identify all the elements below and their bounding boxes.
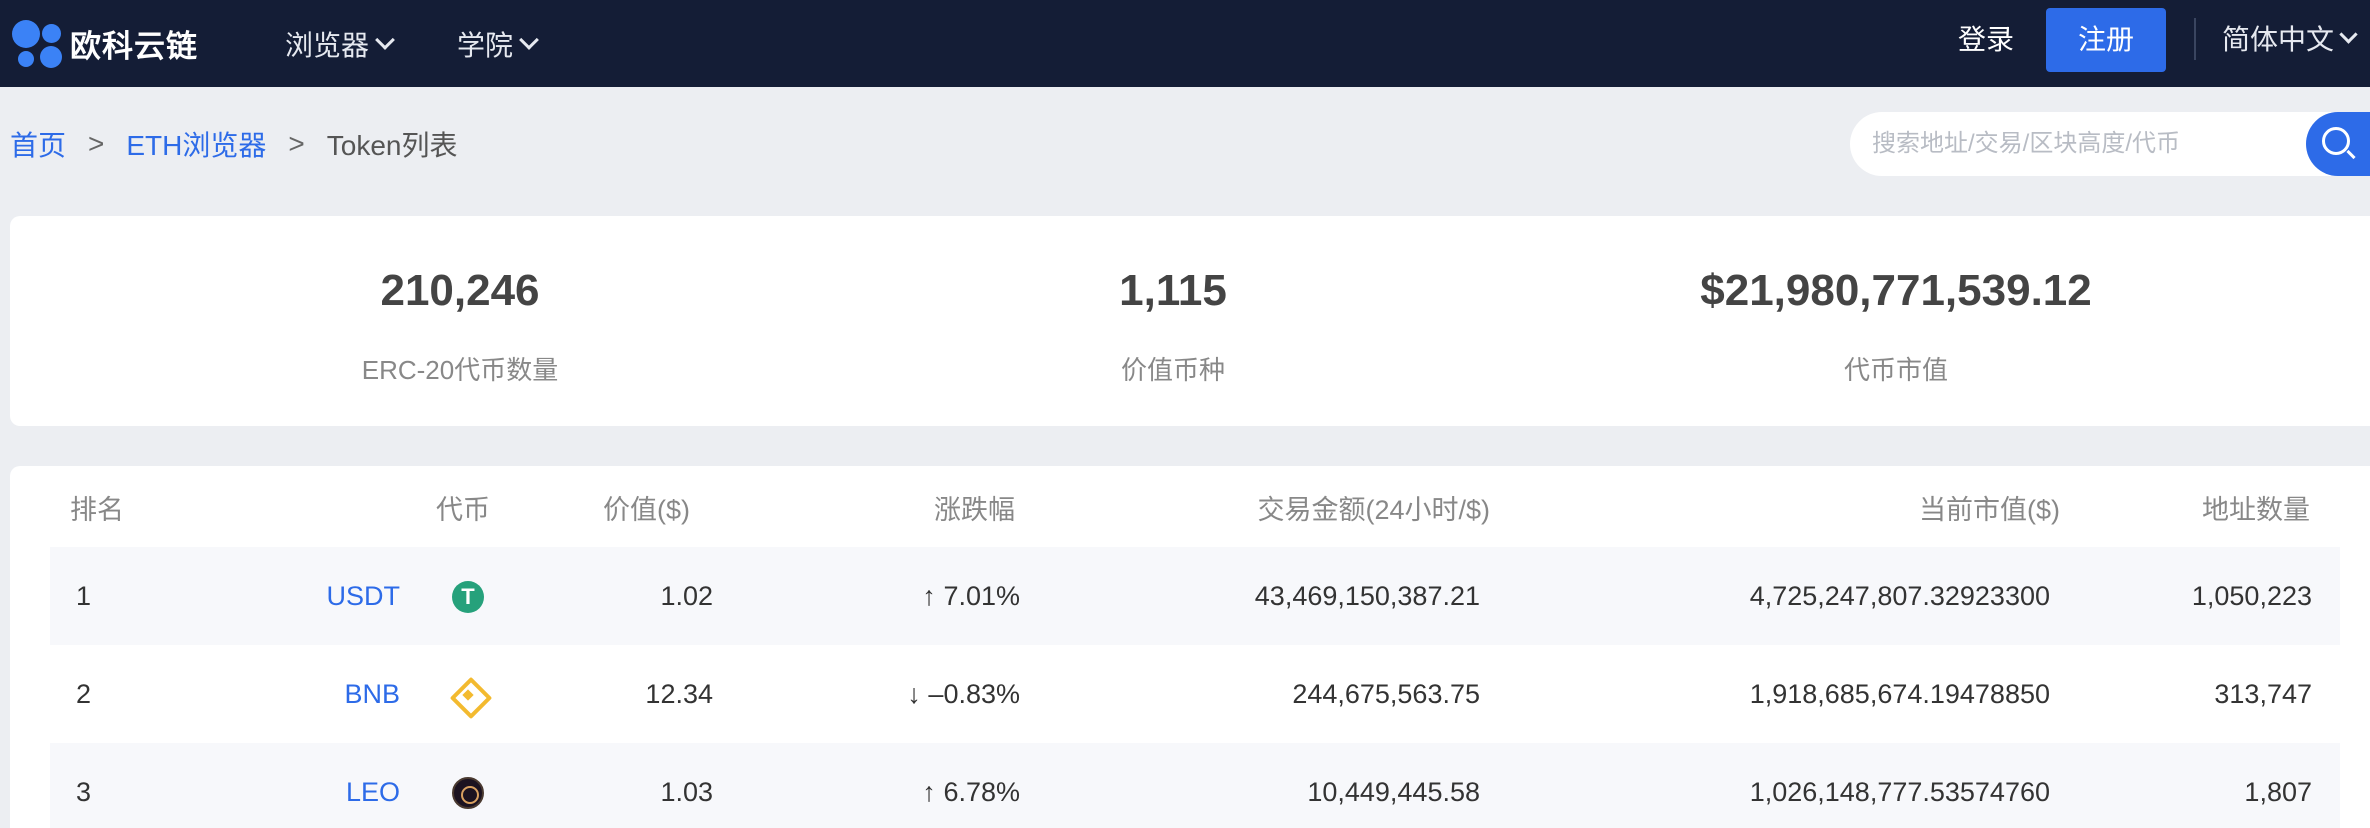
search-input[interactable]	[1872, 112, 2292, 176]
top-header: 欧科云链 浏览器 学院 登录 注册 简体中文	[0, 0, 2370, 87]
change-cell: ↓ –0.83%	[907, 679, 1020, 709]
price-cell: 1.02	[660, 581, 713, 611]
column-header-change[interactable]: 涨跌幅	[770, 488, 1015, 527]
token-link[interactable]: BNB	[260, 645, 400, 743]
register-button[interactable]: 注册	[2046, 8, 2166, 72]
table-row: 1 USDT T 1.02 ↑ 7.01% 43,469,150,387.21 …	[50, 547, 2340, 645]
column-header-rank[interactable]: 排名	[70, 488, 124, 527]
token-link[interactable]: LEO	[260, 743, 400, 828]
market-cap-cell: 1,026,148,777.53574760	[1749, 777, 2050, 807]
usdt-icon: T	[452, 581, 484, 613]
market-cap-cell: 1,918,685,674.19478850	[1749, 679, 2050, 709]
column-header-price[interactable]: 价值($)	[510, 488, 690, 527]
stat-label: 代币市值	[1843, 355, 1948, 385]
change-cell: ↑ 7.01%	[922, 581, 1020, 611]
rank-cell: 1	[76, 581, 92, 611]
column-header-market-cap[interactable]: 当前市值($)	[1610, 488, 2060, 527]
stats-card: 210,246 ERC-20代币数量 1,115 价值币种 $21,980,77…	[10, 216, 2370, 426]
rank-cell: 2	[76, 679, 92, 709]
token-table: 排名 代币 价值($) 涨跌幅 交易金额(24小时/$) 当前市值($) 地址数…	[10, 466, 2370, 828]
price-cell: 12.34	[645, 679, 713, 709]
price-cell: 1.03	[660, 777, 713, 807]
search-button[interactable]	[2306, 112, 2370, 176]
column-header-holders[interactable]: 地址数量	[2110, 488, 2310, 527]
login-link[interactable]: 登录	[1958, 0, 2014, 87]
stat-value: $21,980,771,539.12	[1700, 266, 2092, 315]
logo[interactable]: 欧科云链	[12, 18, 198, 68]
language-label: 简体中文	[2222, 24, 2335, 55]
market-cap-cell: 4,725,247,807.32923300	[1749, 581, 2050, 611]
language-selector[interactable]: 简体中文	[2222, 0, 2358, 76]
volume-cell: 244,675,563.75	[1292, 679, 1480, 709]
column-header-token[interactable]: 代币	[310, 488, 490, 527]
logo-text: 欧科云链	[70, 28, 198, 64]
table-row: 2 BNB 12.34 ↓ –0.83% 244,675,563.75 1,91…	[50, 645, 2340, 743]
holders-cell: 1,050,223	[2191, 581, 2312, 611]
header-divider	[2194, 18, 2196, 60]
logo-icon	[12, 18, 64, 68]
stat-value: 210,246	[380, 266, 540, 315]
bnb-icon	[452, 679, 484, 711]
chevron-down-icon	[375, 29, 395, 50]
rank-cell: 3	[76, 777, 92, 807]
breadcrumb-home-link[interactable]: 首页	[10, 124, 66, 164]
volume-cell: 43,469,150,387.21	[1254, 581, 1480, 611]
leo-icon	[452, 777, 484, 809]
breadcrumb-current: Token列表	[326, 130, 458, 161]
stat-value: 1,115	[1119, 266, 1227, 315]
breadcrumb-separator: >	[288, 128, 305, 159]
breadcrumb-separator: >	[88, 128, 105, 159]
search-box	[1850, 112, 2370, 176]
breadcrumb: 首页 > ETH浏览器 > Token列表	[10, 124, 457, 164]
chevron-down-icon	[519, 29, 539, 50]
stat-label: ERC-20代币数量	[361, 355, 559, 385]
volume-cell: 10,449,445.58	[1307, 777, 1480, 807]
table-row: 3 LEO 1.03 ↑ 6.78% 10,449,445.58 1,026,1…	[50, 743, 2340, 828]
chevron-down-icon	[2339, 24, 2358, 44]
nav-browser-menu[interactable]: 浏览器	[285, 0, 395, 87]
holders-cell: 1,807	[2244, 777, 2312, 807]
nav-browser-label: 浏览器	[285, 29, 370, 61]
holders-cell: 313,747	[2214, 679, 2312, 709]
nav-academy-menu[interactable]: 学院	[457, 0, 539, 87]
breadcrumb-explorer-link[interactable]: ETH浏览器	[126, 124, 266, 164]
token-link[interactable]: USDT	[260, 547, 401, 645]
change-cell: ↑ 6.78%	[922, 777, 1020, 807]
column-header-volume[interactable]: 交易金额(24小时/$)	[1110, 488, 1490, 527]
nav-academy-label: 学院	[457, 29, 514, 61]
stat-label: 价值币种	[1120, 355, 1225, 385]
